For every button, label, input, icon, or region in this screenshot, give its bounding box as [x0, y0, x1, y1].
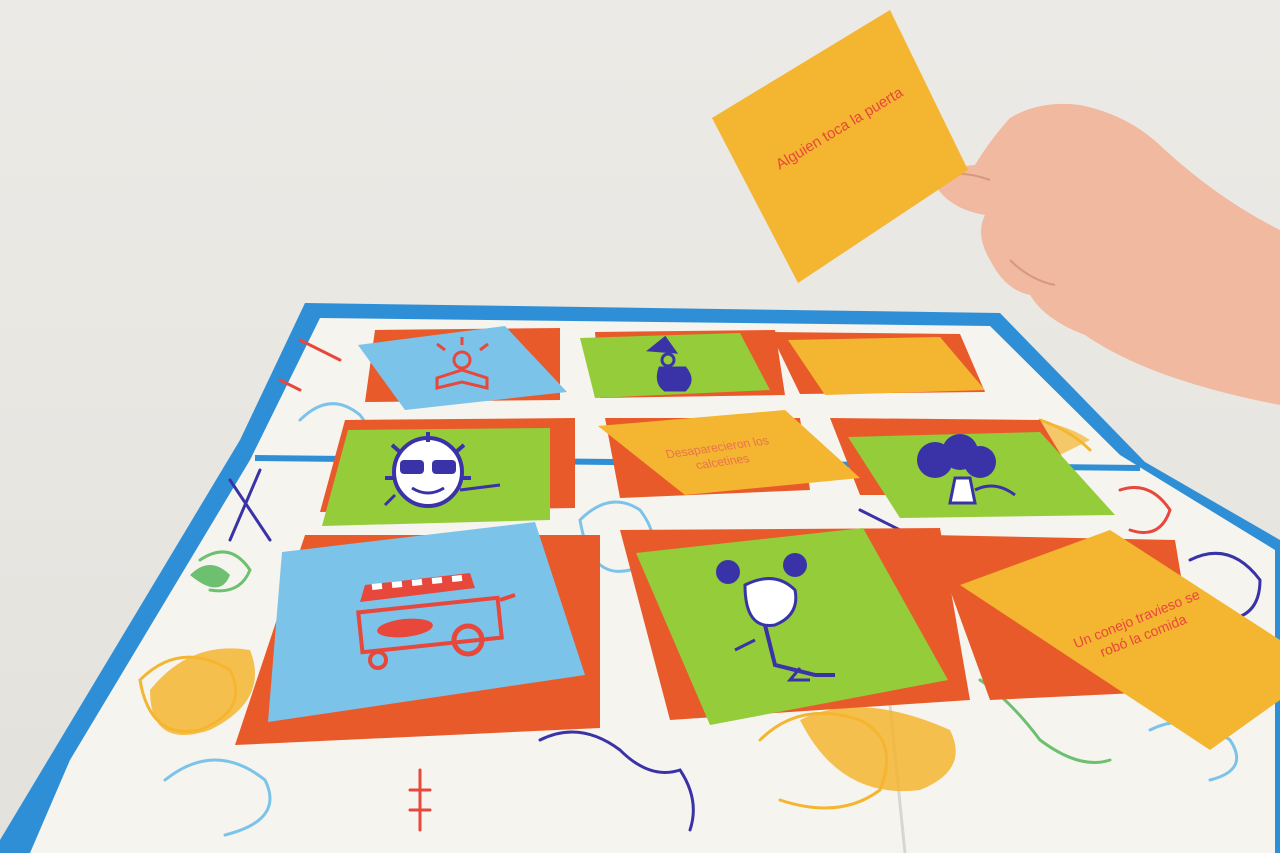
picture-card-sun[interactable] — [322, 428, 550, 526]
held-card[interactable] — [712, 10, 968, 283]
board-game-scene — [0, 10, 1280, 853]
picture-card-witch[interactable] — [580, 333, 770, 398]
